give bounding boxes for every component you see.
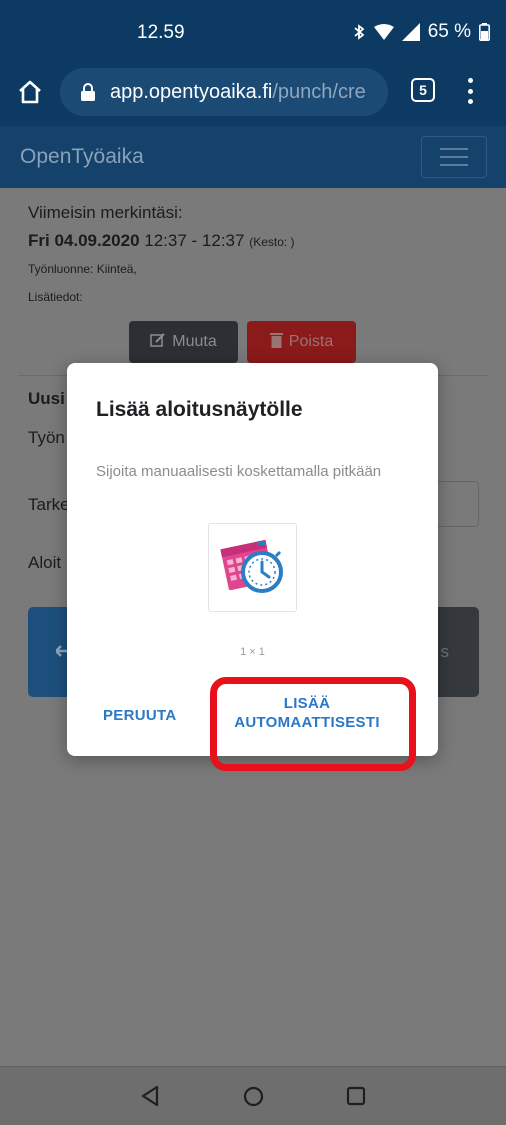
last-entry-title: Viimeisin merkintäsi: (28, 203, 183, 222)
status-time: 12.59 (137, 22, 185, 43)
app-icon-preview[interactable] (208, 523, 297, 612)
recent-apps-icon[interactable] (346, 1086, 366, 1111)
calendar-stopwatch-icon (218, 530, 288, 605)
stop-button-label: s (440, 642, 450, 661)
url-host: app.opentyoaika.fi (110, 80, 273, 103)
home-icon[interactable] (16, 78, 44, 106)
url-path: /punch/cre (272, 80, 366, 103)
wifi-icon (373, 24, 394, 40)
last-entry-work-type: Työnluonne: Kiinteä, (28, 262, 137, 276)
signal-icon (401, 23, 420, 41)
address-bar[interactable]: app.opentyoaika.fi/punch/cre (60, 68, 388, 116)
last-entry-extra: Lisätiedot: (28, 290, 83, 304)
tab-switcher-button[interactable]: 5 (411, 78, 435, 102)
overflow-menu-icon[interactable] (465, 78, 475, 104)
edit-button-label: Muuta (172, 333, 217, 350)
specify-label: Tarke (28, 495, 70, 514)
battery-text: 65 % (427, 21, 471, 42)
system-navigation-bar (0, 1066, 506, 1125)
last-entry-line: Fri 04.09.2020 12:37 - 12:37 (Kesto: ) (28, 231, 295, 251)
widget-size: 1 × 1 (240, 646, 265, 658)
app-navbar: OpenTyöaika (0, 126, 506, 188)
highlight-annotation (210, 677, 416, 771)
app-brand[interactable]: OpenTyöaika (20, 145, 144, 169)
battery-icon (479, 23, 490, 41)
status-icons: 65 % (352, 21, 490, 43)
edit-button[interactable]: Muuta (129, 321, 238, 363)
dialog-hint: Sijoita manuaalisesti koskettamalla pitk… (96, 463, 382, 480)
browser-toolbar: app.opentyoaika.fi/punch/cre 5 (0, 66, 506, 126)
cancel-button[interactable]: PERUUTA (103, 707, 177, 724)
hamburger-menu-icon[interactable] (421, 136, 487, 178)
start-label: Aloit (28, 553, 62, 572)
home-circle-icon[interactable] (243, 1086, 264, 1112)
status-bar: 12.59 65 % (0, 0, 506, 66)
delete-button[interactable]: Poista (247, 321, 356, 363)
last-entry-duration: (Kesto: ) (249, 235, 295, 249)
trash-icon (269, 332, 283, 353)
last-entry-date: Fri 04.09.2020 (28, 231, 140, 250)
delete-button-label: Poista (288, 333, 334, 350)
new-entry-title: Uusi (28, 389, 65, 408)
bluetooth-icon (352, 23, 366, 41)
edit-icon (150, 332, 166, 353)
dialog-title: Lisää aloitusnäytölle (96, 398, 303, 421)
back-icon[interactable] (140, 1085, 160, 1112)
lock-icon (80, 83, 96, 101)
work-type-label: Työn (28, 428, 65, 447)
last-entry-time: 12:37 - 12:37 (144, 231, 245, 250)
